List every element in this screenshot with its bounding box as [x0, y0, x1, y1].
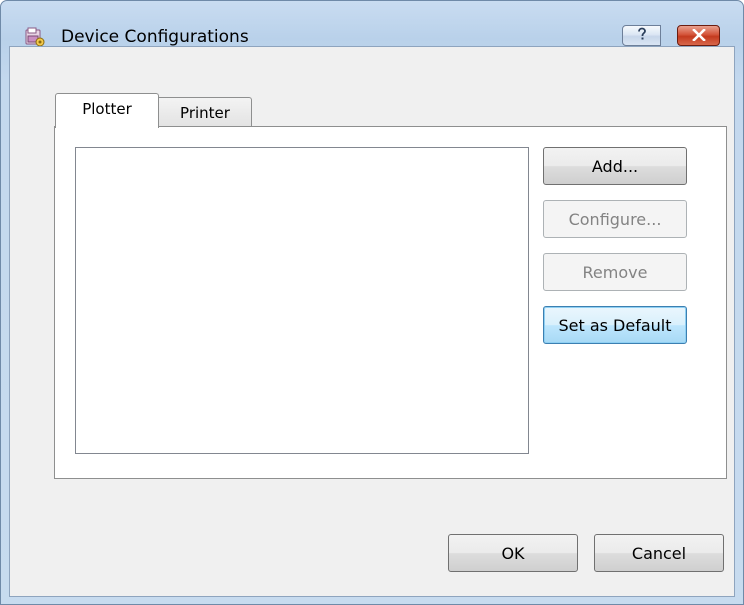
- tab-printer[interactable]: Printer: [159, 97, 252, 127]
- set-as-default-button[interactable]: Set as Default: [543, 306, 687, 344]
- close-x-icon: [691, 26, 706, 45]
- cancel-button-label: Cancel: [631, 543, 687, 563]
- title-bar[interactable]: Device Configurations: [1, 1, 743, 47]
- remove-button-label: Remove: [582, 262, 648, 282]
- ok-button[interactable]: OK: [448, 534, 578, 572]
- device-config-app-icon: [25, 27, 45, 47]
- tab-printer-label: Printer: [180, 103, 230, 122]
- tab-plotter-label: Plotter: [82, 100, 132, 118]
- remove-button[interactable]: Remove: [543, 253, 687, 291]
- question-mark-icon: [635, 26, 649, 45]
- configure-button-label: Configure...: [568, 209, 662, 229]
- add-button[interactable]: Add...: [543, 147, 687, 185]
- dialog-client-area: Plotter Printer Add... Configure... Remo…: [9, 46, 735, 597]
- configure-button[interactable]: Configure...: [543, 200, 687, 238]
- set-as-default-button-label: Set as Default: [558, 315, 672, 335]
- plotter-tab-panel: Add... Configure... Remove Set as Defaul…: [54, 126, 727, 479]
- device-configurations-window: Device Configurations Plotter Printer Ad…: [0, 0, 744, 605]
- add-button-label: Add...: [591, 156, 639, 176]
- device-list[interactable]: [75, 147, 529, 454]
- help-button[interactable]: [622, 25, 661, 46]
- cancel-button[interactable]: Cancel: [594, 534, 724, 572]
- tab-plotter[interactable]: Plotter: [55, 93, 159, 128]
- close-button[interactable]: [677, 25, 720, 46]
- ok-button-label: OK: [501, 543, 525, 563]
